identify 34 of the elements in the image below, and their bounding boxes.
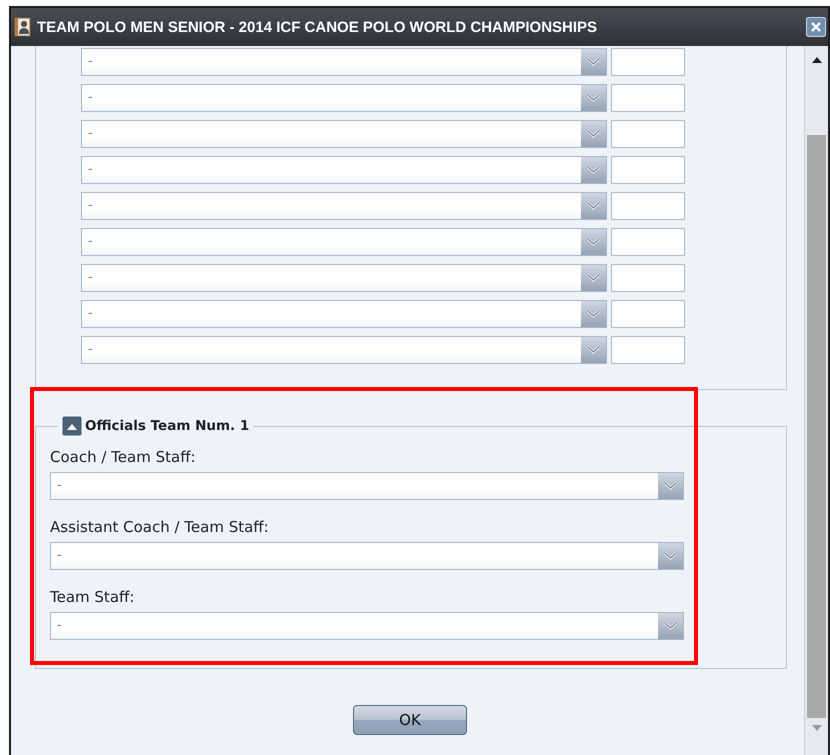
dropdown-field[interactable]: - xyxy=(81,228,607,256)
scroll-thumb[interactable] xyxy=(807,135,826,718)
number-field[interactable] xyxy=(611,192,685,220)
collapse-icon[interactable] xyxy=(62,416,82,436)
dropdown-field[interactable]: - xyxy=(81,120,607,148)
number-field[interactable] xyxy=(611,336,685,364)
dropdown-field[interactable]: - xyxy=(50,472,684,500)
close-icon[interactable] xyxy=(806,17,826,37)
dropdown-field[interactable]: - xyxy=(81,156,607,184)
field-label: Assistant Coach / Team Staff: xyxy=(50,518,270,536)
scroll-down-icon[interactable] xyxy=(810,724,822,732)
number-field[interactable] xyxy=(611,228,685,256)
section-title: Officials Team Num. 1 xyxy=(85,418,250,434)
number-field[interactable] xyxy=(611,156,685,184)
number-field[interactable] xyxy=(611,120,685,148)
number-field[interactable] xyxy=(611,300,685,328)
field-label: Coach / Team Staff: xyxy=(50,448,197,466)
dropdown-field[interactable]: - xyxy=(50,612,684,640)
dropdown-field[interactable]: - xyxy=(81,84,607,112)
number-field[interactable] xyxy=(611,48,685,76)
window-title: TEAM POLO MEN SENIOR - 2014 ICF CANOE POLO WORLD CHAMPIONSHIPS xyxy=(37,18,598,36)
dropdown-field[interactable]: - xyxy=(50,542,684,570)
number-field[interactable] xyxy=(611,264,685,292)
dropdown-field[interactable]: - xyxy=(81,264,607,292)
number-field[interactable] xyxy=(611,84,685,112)
field-label: Team Staff: xyxy=(50,588,136,606)
scrollbar[interactable] xyxy=(805,46,828,755)
dropdown-field[interactable]: - xyxy=(81,192,607,220)
scroll-up-icon[interactable] xyxy=(810,56,822,64)
person-card-icon xyxy=(14,17,31,37)
ok-button[interactable]: OK xyxy=(353,705,467,735)
dropdown-field[interactable]: - xyxy=(81,300,607,328)
dropdown-field[interactable]: - xyxy=(81,48,607,76)
dropdown-field[interactable]: - xyxy=(81,336,607,364)
